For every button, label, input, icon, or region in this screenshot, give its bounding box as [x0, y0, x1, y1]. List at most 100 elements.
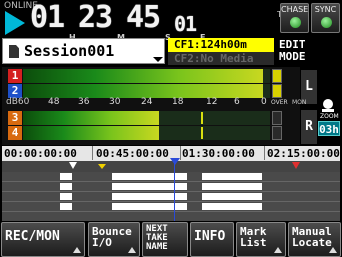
timeline-time: 01:30:00:00	[182, 147, 255, 160]
track-number: 4	[8, 126, 22, 140]
chevron-down-icon	[153, 57, 163, 62]
sync-led-icon	[321, 17, 332, 28]
level-meter	[23, 126, 270, 140]
timeline-time: 00:00:00:00	[4, 147, 77, 160]
take-clip[interactable]	[112, 193, 187, 200]
peak-marker	[200, 112, 203, 124]
mark-icon	[98, 164, 106, 169]
level-meters: 1 2 dB60 48 36 30 24 18 12 6 0 OVER 3 4	[2, 67, 300, 145]
function-button-bar: REC/MON Bounce I/O NEXT TAKE NAME INFO M…	[0, 222, 342, 257]
media-cf1-status: CF1:124h00m	[168, 38, 274, 52]
menu-triangle-icon	[128, 247, 136, 253]
zoom-icon[interactable]	[320, 98, 336, 114]
level-meter	[23, 69, 270, 83]
timeline-time: 00:45:00:00	[96, 147, 169, 160]
manual-locate-button[interactable]: Manual Locate	[288, 222, 341, 257]
scale-label: 6	[234, 97, 240, 107]
sync-label: SYNC	[314, 5, 337, 14]
scale-label: 24	[141, 97, 153, 107]
mark-list-button[interactable]: Mark List	[236, 222, 286, 257]
meter-fill	[23, 69, 263, 83]
scale-label: 48	[48, 97, 60, 107]
counter-seconds: 45	[126, 0, 161, 35]
meter-fill	[23, 84, 263, 98]
counter-hours: 01	[30, 0, 65, 35]
take-clip[interactable]	[112, 173, 187, 180]
mode-label: EDIT MODE	[277, 38, 340, 65]
over-indicator	[272, 69, 282, 83]
meter-fill	[23, 126, 159, 140]
level-meter	[23, 111, 270, 125]
track-lanes	[2, 172, 340, 221]
info-button[interactable]: INFO	[190, 222, 234, 257]
zoom-label: ZOOM	[320, 113, 339, 120]
mark-icon	[69, 162, 77, 169]
button-label: Bounce I/O	[92, 225, 132, 249]
take-clip[interactable]	[60, 183, 72, 190]
scale-label: OVER	[271, 99, 288, 106]
button-label: Manual Locate	[292, 225, 332, 249]
track-lane	[2, 202, 340, 212]
scale-label: 30	[109, 97, 121, 107]
take-clip[interactable]	[60, 193, 72, 200]
scale-label: 18	[172, 97, 184, 107]
monitor-label: MON	[292, 99, 307, 106]
take-clip[interactable]	[112, 203, 187, 210]
track-lane	[2, 192, 340, 202]
scale-label: dB60	[6, 97, 30, 107]
session-name: Session001	[24, 42, 115, 60]
play-icon	[5, 11, 25, 35]
take-clip[interactable]	[112, 183, 187, 190]
timeline-tick	[264, 146, 265, 160]
button-label: Mark List	[240, 225, 267, 249]
session-selector[interactable]: Session001	[2, 38, 165, 64]
track-number: 3	[8, 111, 22, 125]
counter-frames: 01	[174, 12, 197, 36]
track-number: 2	[8, 84, 22, 98]
monitor-right-label: R	[301, 110, 317, 144]
take-clip[interactable]	[60, 203, 72, 210]
button-label: INFO	[194, 229, 226, 244]
media-cf2-status: CF2:No Media	[168, 52, 274, 65]
take-clip[interactable]	[202, 193, 262, 200]
scale-label: 36	[78, 97, 90, 107]
track-lane	[2, 172, 340, 182]
mark-icon	[292, 162, 300, 169]
menu-triangle-icon	[73, 247, 81, 253]
next-take-name-button[interactable]: NEXT TAKE NAME	[142, 222, 188, 257]
take-clip[interactable]	[202, 173, 262, 180]
recorder-screen: ONLINE 01 H 23 M 45 S 01 F T/C CHASE SYN…	[0, 0, 342, 257]
take-clip[interactable]	[202, 183, 262, 190]
track-lane	[2, 182, 340, 192]
timeline-tick	[92, 146, 93, 160]
meter-scale: dB60 48 36 30 24 18 12 6 0 OVER	[6, 97, 304, 109]
meter-fill	[23, 111, 159, 125]
rec-mon-button[interactable]: REC/MON	[1, 222, 85, 257]
timeline-time: 02:15:00:00	[267, 147, 340, 160]
track-number: 1	[8, 69, 22, 83]
over-indicator	[272, 84, 282, 98]
playhead[interactable]	[174, 160, 176, 221]
peak-marker	[200, 127, 203, 139]
over-indicator	[272, 111, 282, 125]
playhead-marker-icon[interactable]	[170, 158, 181, 165]
chase-led-icon	[290, 17, 301, 28]
level-meter	[23, 84, 270, 98]
scale-label: 0	[261, 97, 267, 107]
menu-triangle-icon	[274, 247, 282, 253]
time-counter[interactable]: 01 H 23 M 45 S 01 F	[30, 0, 302, 43]
menu-triangle-icon	[329, 247, 337, 253]
button-label: NEXT TAKE NAME	[146, 224, 168, 252]
zoom-value[interactable]: 03h	[318, 121, 340, 136]
take-clip[interactable]	[60, 173, 72, 180]
chase-button[interactable]: CHASE	[280, 3, 309, 33]
document-icon	[9, 45, 19, 58]
button-label: REC/MON	[5, 229, 60, 244]
over-indicator	[272, 126, 282, 140]
bounce-io-button[interactable]: Bounce I/O	[88, 222, 140, 257]
take-clip[interactable]	[202, 203, 262, 210]
chase-label: CHASE	[281, 5, 309, 14]
timeline[interactable]: 00:00:00:00 00:45:00:00 01:30:00:00 02:1…	[2, 146, 340, 221]
sync-button[interactable]: SYNC	[311, 3, 340, 33]
counter-minutes: 23	[78, 0, 113, 35]
